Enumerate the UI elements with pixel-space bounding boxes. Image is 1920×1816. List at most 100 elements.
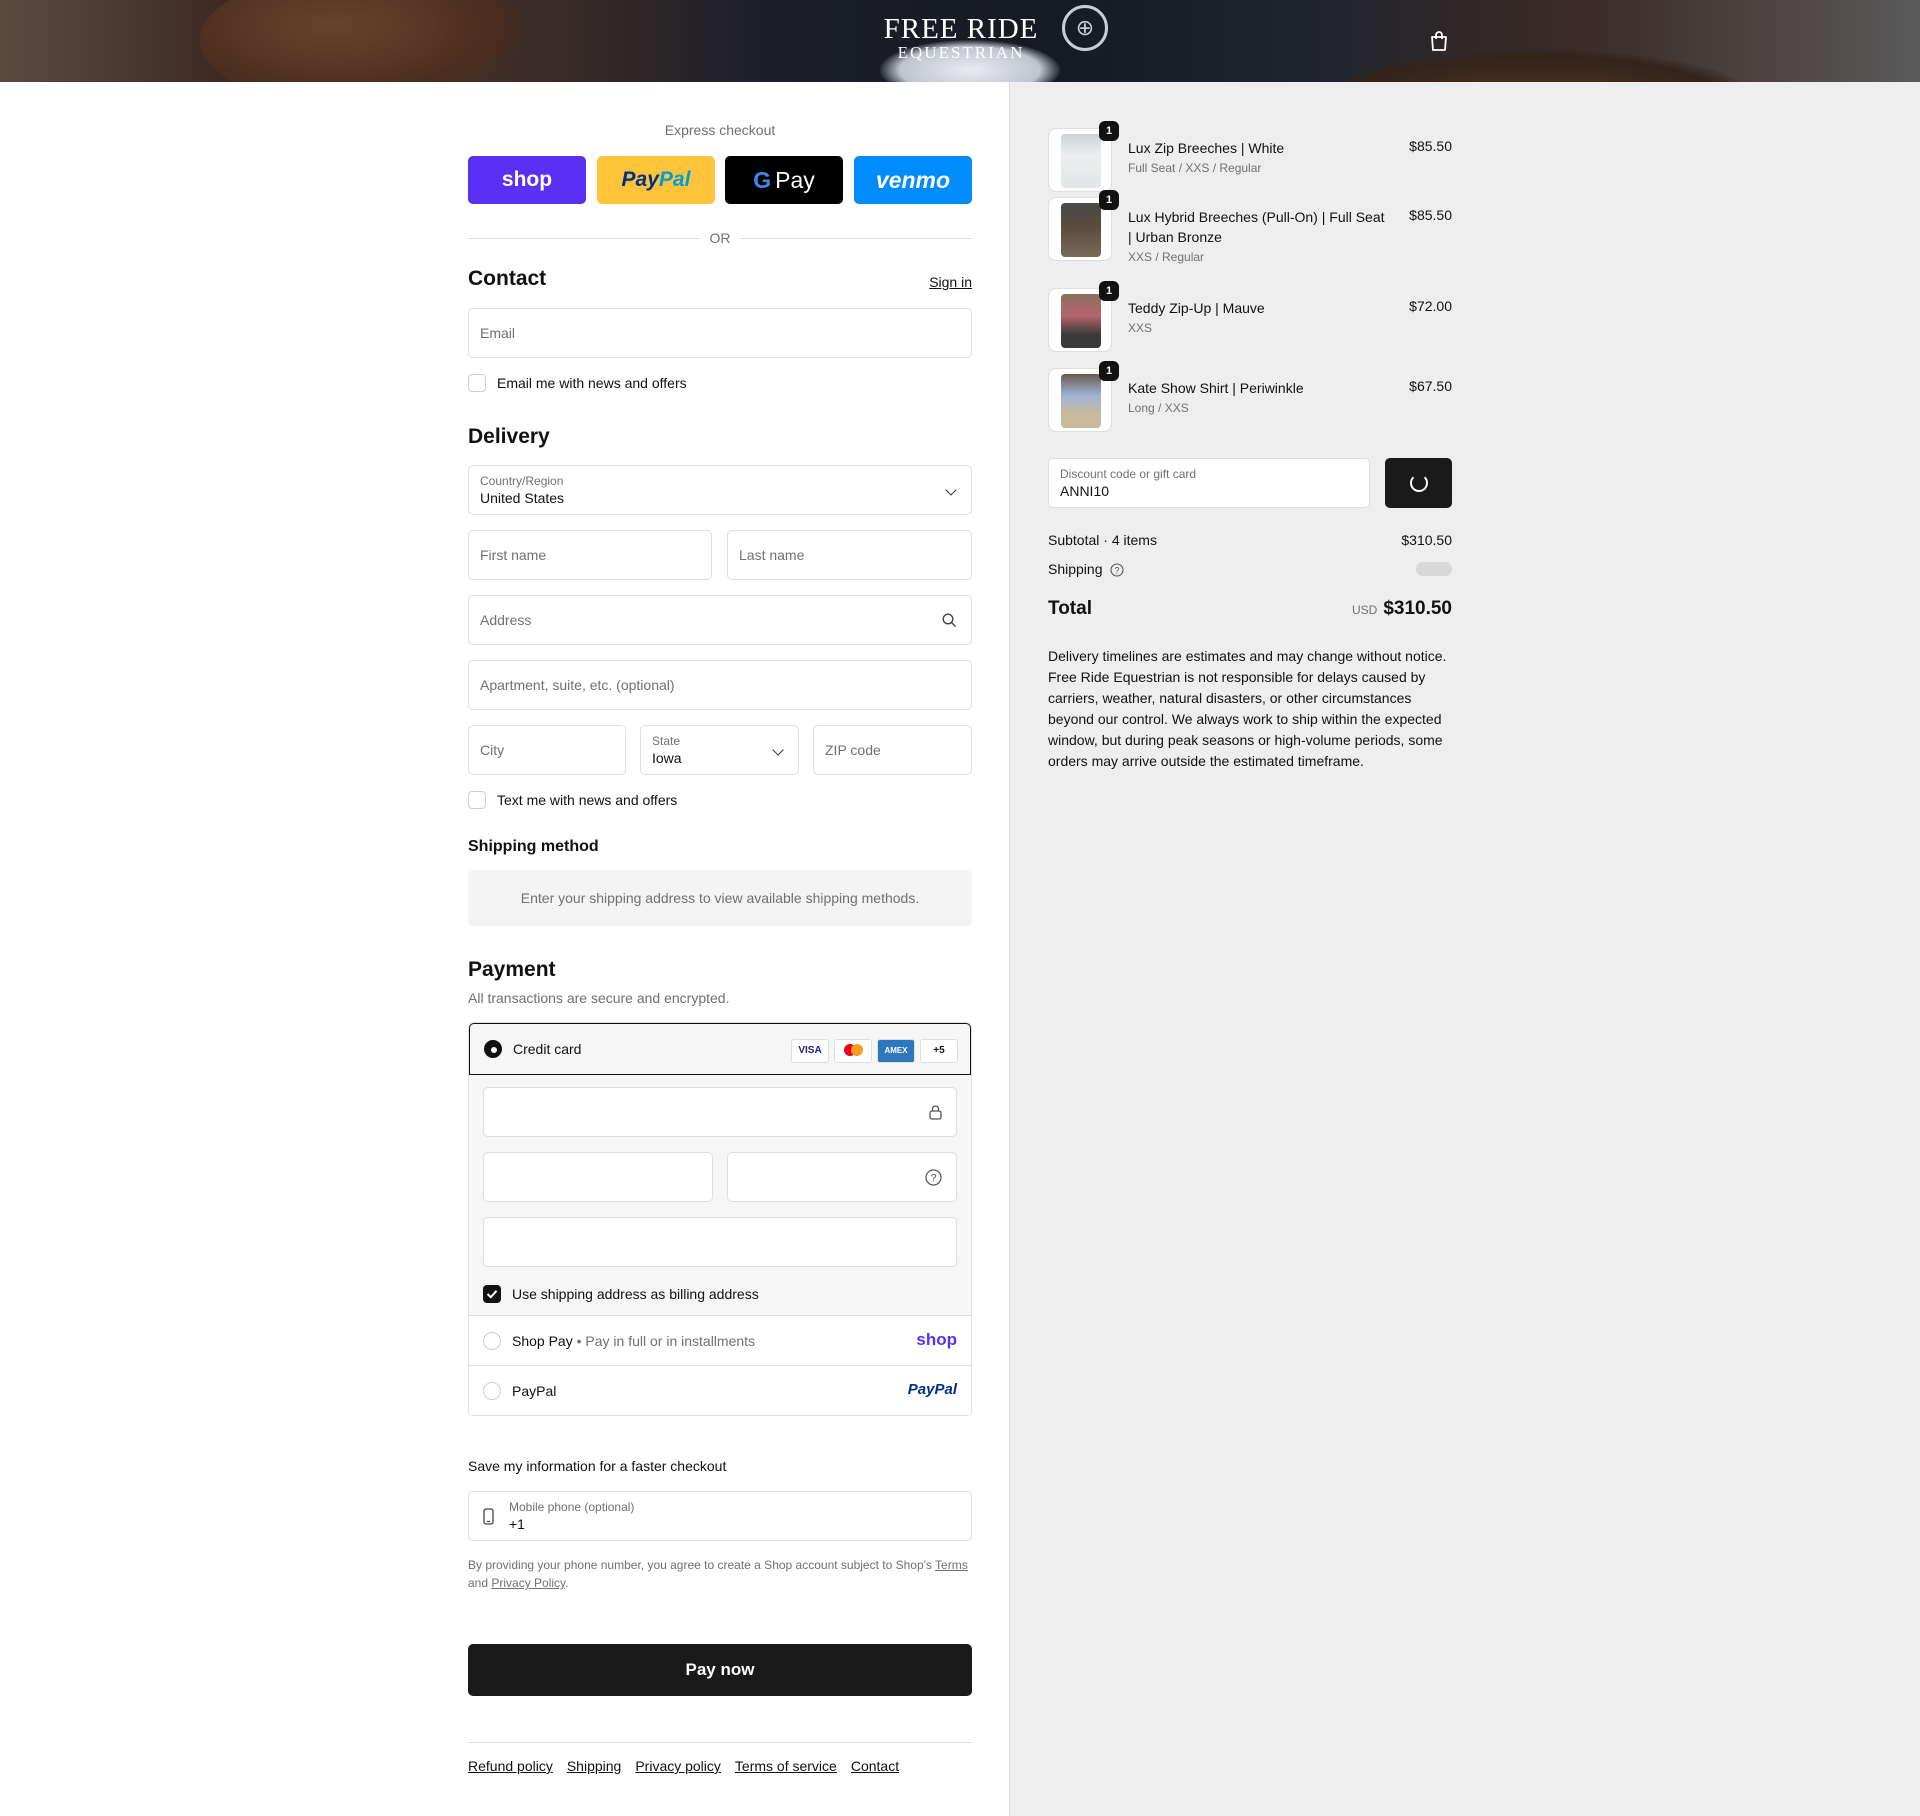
credit-card-option[interactable]: Credit card VISA AMEX +5 [469,1023,971,1075]
country-select[interactable]: Country/Region United States [468,465,972,515]
email-placeholder: Email [480,325,516,341]
brand-subname: EQUESTRIAN [897,43,1025,62]
mobile-phone-icon [483,1508,494,1525]
billing-same-checkbox[interactable] [483,1285,501,1303]
total-row: Total USD $310.50 [1048,598,1452,624]
paypal-option[interactable]: PayPal PayPal [469,1365,971,1415]
shop-pay-express-button[interactable]: shop [468,156,586,204]
product-price: $67.50 [1409,378,1452,394]
mastercard-icon [834,1039,872,1063]
svg-text:?: ? [1115,566,1120,576]
product-info: Lux Hybrid Breeches (Pull-On) | Full Sea… [1128,207,1388,267]
apartment-field[interactable]: Apartment, suite, etc. (optional) [468,660,972,710]
privacy-policy-link[interactable]: Privacy policy [635,1758,721,1774]
brand-emblem-icon: ⊕ [1062,5,1108,51]
delivery-note: Delivery timelines are estimates and may… [1048,648,1447,769]
product-variant: XXS [1128,321,1153,335]
shipping-link[interactable]: Shipping [567,1758,622,1774]
product-price: $85.50 [1409,207,1452,223]
product-name: Lux Zip Breeches | White [1128,140,1285,156]
contact-link[interactable]: Contact [851,1758,899,1774]
total-amount: USD $310.50 [1352,598,1452,620]
product-info: Teddy Zip-Up | Mauve XXS [1128,298,1388,338]
state-value: Iowa [652,750,682,766]
cart-item: 1 Kate Show Shirt | Periwinkle Long / XXS… [1048,361,1452,434]
pay-now-button[interactable]: Pay now [468,1644,972,1696]
paypal-label: PayPal [512,1383,557,1399]
disclaimer-text: By providing your phone number, you agre… [468,1558,936,1572]
city-field[interactable]: City [468,725,626,775]
shop-pay-label: Shop Pay [512,1333,573,1349]
cart-item: 1 Lux Zip Breeches | White Full Seat / XX… [1048,121,1452,194]
sign-in-link[interactable]: Sign in [929,274,972,290]
shopping-bag-icon[interactable] [1429,30,1449,52]
svg-text:?: ? [930,1173,936,1185]
security-code-field[interactable]: ? [727,1152,957,1202]
state-select[interactable]: State Iowa [640,725,799,775]
privacy-link[interactable]: Privacy Policy [491,1576,565,1590]
shipping-method-heading: Shipping method [468,838,599,855]
product-variant: Full Seat / XXS / Regular [1128,161,1262,175]
paypal-express-button[interactable]: Pay Pal [597,156,715,204]
product-name: Lux Hybrid Breeches (Pull-On) | Full Sea… [1128,209,1385,245]
chevron-down-icon [945,484,957,496]
email-news-checkbox[interactable] [468,374,486,392]
brand-logo[interactable]: FREE RIDE EQUESTRIAN [870,14,1052,61]
quantity-badge: 1 [1099,121,1119,141]
product-image [1061,374,1101,428]
zip-field[interactable]: ZIP code [813,725,972,775]
discount-code-label: Discount code or gift card [1060,467,1197,481]
terms-of-service-link[interactable]: Terms of service [735,1758,837,1774]
chevron-down-icon [772,744,784,756]
subtotal-value: $310.50 [1401,532,1452,548]
name-on-card-field[interactable] [483,1217,957,1267]
expiration-date-field[interactable] [483,1152,713,1202]
search-icon [942,613,956,627]
product-price: $85.50 [1409,138,1452,154]
credit-card-radio[interactable] [484,1040,502,1058]
discount-code-field[interactable]: Discount code or gift card ANNI10 [1048,458,1370,508]
text-news-checkbox[interactable] [468,791,486,809]
zip-placeholder: ZIP code [825,742,881,758]
checkmark-icon [486,1290,498,1299]
paypal-radio[interactable] [483,1382,501,1400]
mobile-phone-field[interactable]: Mobile phone (optional) +1 [468,1491,972,1541]
shipping-row: Shipping ? [1048,560,1452,577]
phone-disclaimer: By providing your phone number, you agre… [468,1556,972,1592]
credit-card-form: ? Use shipping address as billing addres… [469,1075,971,1315]
subtotal-label: Subtotal · 4 items [1048,532,1157,548]
total-label: Total [1048,598,1092,619]
shop-pay-option[interactable]: Shop Pay • Pay in full or in installment… [469,1315,971,1365]
last-name-placeholder: Last name [739,547,805,563]
shipping-label: Shipping [1048,561,1103,577]
email-field[interactable]: Email [468,308,972,358]
first-name-field[interactable]: First name [468,530,712,580]
google-pay-express-button[interactable]: G Pay [725,156,843,204]
text-news-label: Text me with news and offers [497,792,678,808]
help-icon[interactable]: ? [925,1169,942,1186]
disclaimer-and: and [468,1576,492,1590]
paypal-logo: PayPal [907,1381,957,1398]
footer-links: Refund policy Shipping Privacy policy Terms… [468,1758,913,1774]
express-checkout-title: Express checkout [664,122,776,138]
shop-pay-sublabel: Pay in full or in installments [585,1333,756,1349]
disclaimer-end: . [565,1576,569,1590]
address-field[interactable]: Address [468,595,972,645]
venmo-express-button[interactable]: venmo [854,156,972,204]
terms-link[interactable]: Terms [935,1558,968,1572]
mobile-phone-label: Mobile phone (optional) [509,1500,635,1514]
currency-code: USD [1351,603,1378,617]
shop-pay-radio[interactable] [483,1332,501,1350]
banner-horse-back-image [1330,50,1750,82]
help-icon[interactable]: ? [1110,563,1124,577]
quantity-badge: 1 [1099,190,1119,210]
refund-policy-link[interactable]: Refund policy [468,1758,553,1774]
product-name: Kate Show Shirt | Periwinkle [1128,380,1304,396]
country-label: Country/Region [480,474,564,488]
subtotal-row: Subtotal · 4 items $310.50 [1048,532,1452,548]
card-number-field[interactable] [483,1087,957,1137]
quantity-badge: 1 [1099,361,1119,381]
last-name-field[interactable]: Last name [727,530,972,580]
apply-discount-button[interactable] [1385,458,1452,508]
save-info-heading: Save my information for a faster checkou… [468,1458,727,1474]
